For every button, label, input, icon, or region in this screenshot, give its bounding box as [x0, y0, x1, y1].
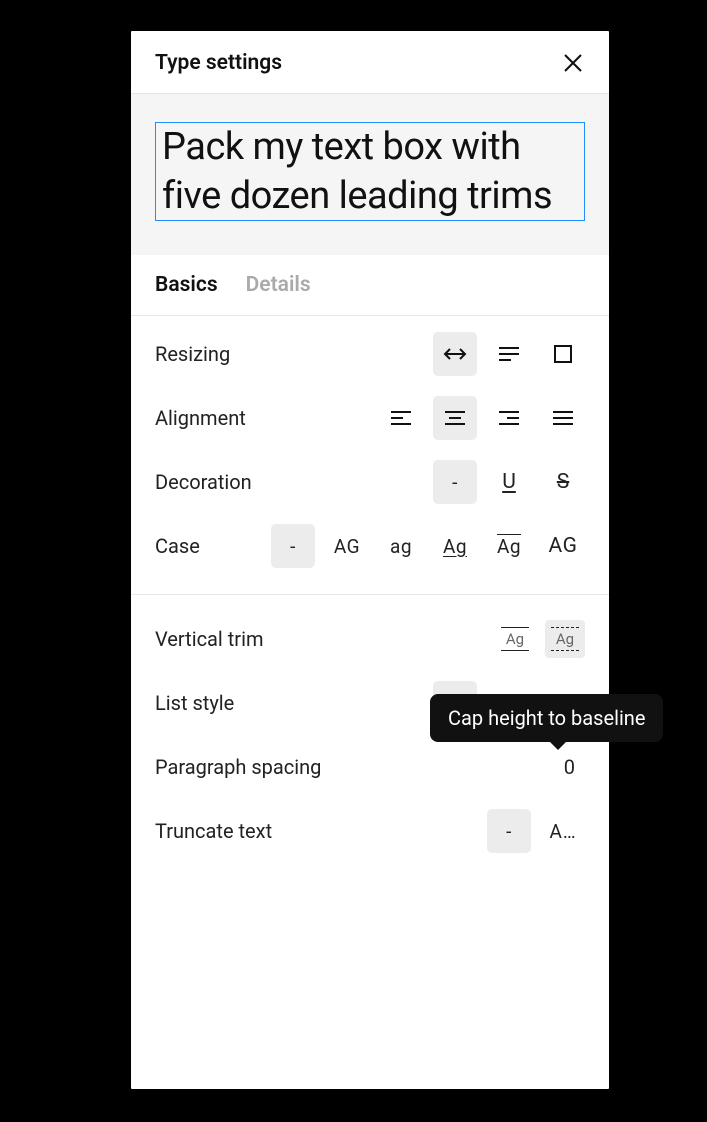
- align-center-icon: [443, 409, 467, 427]
- label-alignment: Alignment: [155, 406, 246, 430]
- tab-details[interactable]: Details: [246, 273, 311, 297]
- row-vertical-trim: Vertical trim Ag Ag: [155, 607, 585, 671]
- arrow-horizontal-icon: [442, 345, 468, 363]
- auto-height-icon: [497, 344, 521, 364]
- resize-auto-height[interactable]: [487, 332, 531, 376]
- truncate-none[interactable]: -: [487, 809, 531, 853]
- settings-rows: Resizing: [131, 316, 609, 863]
- preview-area: Pack my text box with five dozen leading…: [131, 94, 609, 255]
- align-right-icon: [497, 409, 521, 427]
- label-case: Case: [155, 534, 200, 558]
- preview-textbox[interactable]: Pack my text box with five dozen leading…: [155, 122, 585, 221]
- label-list-style: List style: [155, 691, 234, 715]
- row-resizing: Resizing: [155, 322, 585, 386]
- truncate-ellipsis[interactable]: A…: [541, 809, 585, 853]
- decoration-strikethrough[interactable]: S: [541, 460, 585, 504]
- vertical-trim-options: Ag Ag: [495, 620, 585, 658]
- close-icon: [562, 52, 584, 74]
- align-center[interactable]: [433, 396, 477, 440]
- case-lower[interactable]: ag: [379, 524, 423, 568]
- panel-header: Type settings: [131, 31, 609, 94]
- resizing-options: [433, 332, 585, 376]
- type-settings-panel: Type settings Pack my text box with five…: [130, 30, 610, 1090]
- decoration-options: - U S: [433, 460, 585, 504]
- row-truncate-text: Truncate text - A…: [155, 799, 585, 863]
- row-paragraph-spacing: Paragraph spacing 0: [155, 735, 585, 799]
- case-upper[interactable]: AG: [325, 524, 369, 568]
- row-decoration: Decoration - U S: [155, 450, 585, 514]
- tooltip: Cap height to baseline: [430, 694, 663, 742]
- label-decoration: Decoration: [155, 470, 252, 494]
- strikethrough-icon: S: [557, 470, 569, 494]
- align-justify[interactable]: [541, 396, 585, 440]
- close-button[interactable]: [561, 51, 585, 75]
- underline-icon: U: [502, 470, 516, 494]
- case-options: - AG ag Ag Ag AG: [271, 524, 585, 568]
- tab-basics[interactable]: Basics: [155, 273, 218, 297]
- alignment-options: [379, 396, 585, 440]
- label-paragraph-spacing: Paragraph spacing: [155, 755, 321, 779]
- label-resizing: Resizing: [155, 342, 230, 366]
- case-none[interactable]: -: [271, 524, 315, 568]
- case-forced[interactable]: Ag: [487, 524, 531, 568]
- resize-fixed[interactable]: [541, 332, 585, 376]
- align-left[interactable]: [379, 396, 423, 440]
- align-right[interactable]: [487, 396, 531, 440]
- resize-auto-width[interactable]: [433, 332, 477, 376]
- align-left-icon: [389, 409, 413, 427]
- smallcaps-icon: AG: [549, 534, 578, 558]
- case-title[interactable]: Ag: [433, 524, 477, 568]
- vtrim-standard-icon: Ag: [501, 627, 529, 651]
- row-alignment: Alignment: [155, 386, 585, 450]
- row-case: Case - AG ag Ag Ag AG: [155, 514, 585, 578]
- label-vertical-trim: Vertical trim: [155, 627, 263, 651]
- fixed-box-icon: [552, 343, 574, 365]
- decoration-underline[interactable]: U: [487, 460, 531, 504]
- vtrim-cap-baseline-icon: Ag: [551, 627, 579, 651]
- panel-title: Type settings: [155, 51, 282, 75]
- decoration-none[interactable]: -: [433, 460, 477, 504]
- truncate-options: - A…: [487, 809, 585, 853]
- section-divider: [131, 594, 609, 595]
- tabs: Basics Details: [131, 255, 609, 316]
- case-smallcaps[interactable]: AG: [541, 524, 585, 568]
- vtrim-cap-baseline[interactable]: Ag: [545, 620, 585, 658]
- paragraph-spacing-value[interactable]: 0: [564, 755, 585, 779]
- vtrim-standard[interactable]: Ag: [495, 620, 535, 658]
- align-justify-icon: [551, 409, 575, 427]
- label-truncate-text: Truncate text: [155, 819, 272, 843]
